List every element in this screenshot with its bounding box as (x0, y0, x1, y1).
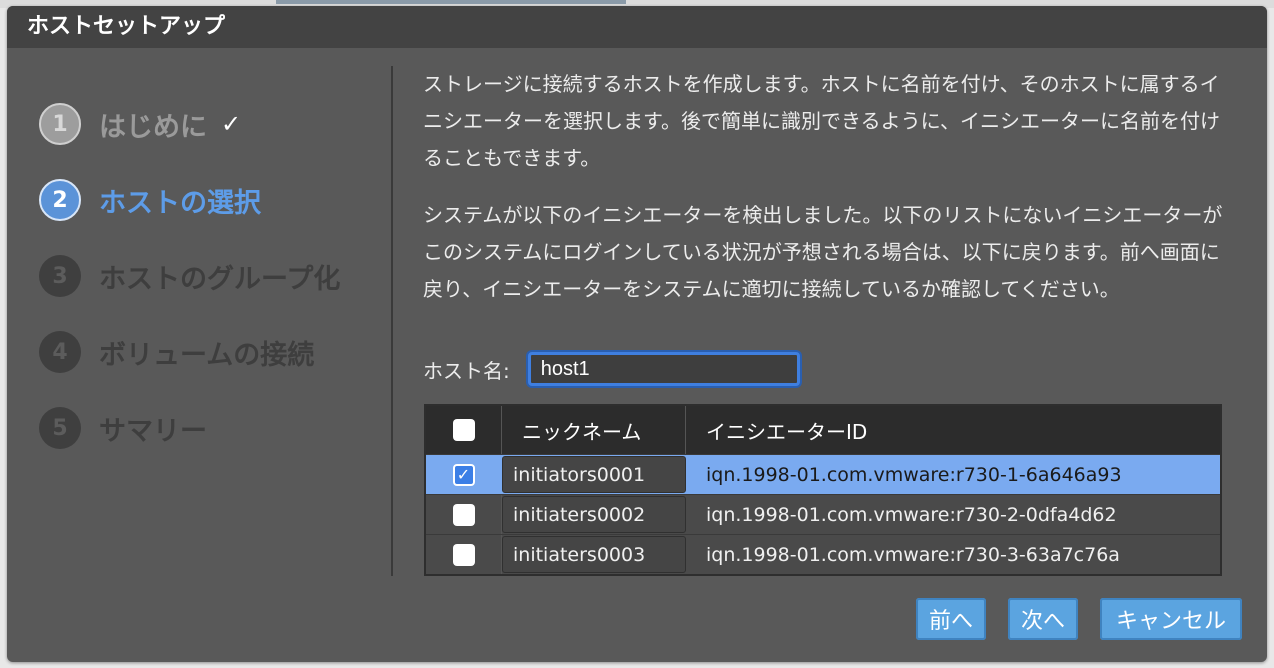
select-all-checkbox[interactable] (452, 419, 475, 441)
initiator-id-cell: iqn.1998-01.com.vmware:r730-2-0dfa4d62 (706, 503, 1117, 526)
step-summary: 5 サマリー (39, 390, 389, 466)
host-name-row: ホスト名: (423, 352, 800, 386)
table-row[interactable]: ✓ initiators0001 iqn.1998-01.com.vmware:… (426, 454, 1220, 494)
row-checkbox-cell: ✓ (426, 455, 502, 494)
step-select-host[interactable]: 2 ホストの選択 (39, 162, 389, 238)
initiator-id-cell: iqn.1998-01.com.vmware:r730-1-6a646a93 (706, 463, 1122, 486)
step-label: サマリー (99, 415, 207, 447)
step-label: ホストのグループ化 (99, 263, 341, 295)
next-button[interactable]: 次へ (1008, 598, 1078, 640)
step-number: 2 (39, 179, 81, 221)
step-intro[interactable]: 1 はじめに ✓ (39, 86, 389, 162)
table-row[interactable]: initiaters0002 iqn.1998-01.com.vmware:r7… (426, 494, 1220, 534)
description-paragraph-1: ストレージに接続するホストを作成します。ホストに名前を付け、そのホストに属するイ… (423, 72, 1220, 170)
prev-button[interactable]: 前へ (916, 598, 986, 640)
wizard-steps: 1 はじめに ✓ 2 ホストの選択 3 ホストのグループ化 4 ボリュームの接続… (39, 86, 389, 466)
row-checkbox[interactable] (452, 503, 475, 526)
step-label: ボリュームの接続 (99, 339, 315, 371)
initiator-id-cell: iqn.1998-01.com.vmware:r730-3-63a7c76a (706, 543, 1120, 566)
divider (391, 66, 393, 576)
background-bar (276, 0, 626, 4)
nickname-cell[interactable]: initiaters0002 (502, 496, 686, 533)
initiator-id-header[interactable]: イニシエーターID (686, 406, 1220, 454)
checkmark-icon: ✓ (221, 110, 242, 138)
step-number: 1 (39, 103, 81, 145)
row-checkbox[interactable] (452, 543, 475, 566)
step-connect-volumes: 4 ボリュームの接続 (39, 314, 389, 390)
step-label: はじめに (99, 111, 207, 143)
nickname-cell[interactable]: initiaters0003 (502, 536, 686, 573)
step-label: ホストの選択 (99, 187, 261, 219)
row-checkbox-cell (426, 495, 502, 534)
host-name-label: ホスト名: (423, 358, 510, 383)
row-checkbox[interactable]: ✓ (452, 463, 475, 486)
nickname-cell[interactable]: initiators0001 (502, 456, 686, 493)
step-number: 4 (39, 331, 81, 373)
cancel-button[interactable]: キャンセル (1100, 598, 1242, 640)
select-all-cell (426, 406, 502, 454)
table-row[interactable]: initiaters0003 iqn.1998-01.com.vmware:r7… (426, 534, 1220, 574)
nickname-header[interactable]: ニックネーム (502, 406, 686, 454)
step-number: 5 (39, 407, 81, 449)
step-number: 3 (39, 255, 81, 297)
row-checkbox-cell (426, 535, 502, 574)
initiator-table: ニックネーム イニシエーターID ✓ initiators0001 iqn.19… (424, 404, 1222, 576)
host-setup-dialog: ホストセットアップ 1 はじめに ✓ 2 ホストの選択 3 ホストのグループ化 … (7, 6, 1267, 662)
host-name-input[interactable] (527, 352, 800, 386)
description-paragraph-2: システムが以下のイニシエーターを検出しました。以下のリストにないイニシエーターが… (423, 203, 1223, 301)
table-header: ニックネーム イニシエーターID (426, 406, 1220, 454)
dialog-title: ホストセットアップ (7, 6, 1267, 48)
step-group-hosts: 3 ホストのグループ化 (39, 238, 389, 314)
